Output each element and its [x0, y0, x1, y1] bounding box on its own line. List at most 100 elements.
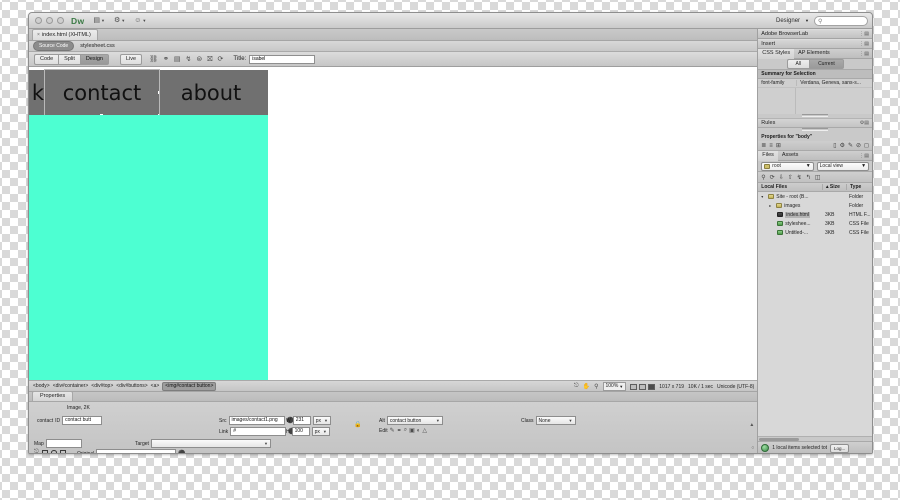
oval-hotspot-icon[interactable] — [50, 450, 57, 453]
image-target-select[interactable]: ▼ — [150, 439, 271, 448]
rect-hotspot-icon[interactable] — [41, 450, 48, 453]
document-tab-index-html[interactable]: × index.html (XHTML) — [32, 29, 98, 40]
get-files-icon[interactable]: ⇩ — [779, 174, 784, 181]
resample-icon[interactable]: ▣ — [409, 427, 415, 434]
column-size[interactable]: ▴ Size — [822, 184, 846, 190]
hand-icon[interactable]: ✋ — [583, 383, 590, 390]
view-select[interactable]: Local view ▼ — [816, 161, 870, 171]
site-menu[interactable]: ☺ ▼ — [134, 17, 146, 24]
view-design-button[interactable]: Design — [79, 53, 109, 65]
optimize-icon[interactable]: ⚭ — [397, 427, 402, 434]
put-files-icon[interactable]: ⇧ — [788, 174, 793, 181]
image-width-input[interactable]: 231 — [292, 416, 311, 425]
extend-menu[interactable]: ⚙ ▼ — [114, 17, 125, 24]
image-height-unit-select[interactable]: px ▼ — [311, 427, 330, 436]
live-view-button[interactable]: Live — [119, 53, 143, 65]
properties-expand-arrow[interactable]: ▲ — [749, 422, 754, 428]
close-button[interactable] — [35, 17, 42, 24]
sharpen-icon[interactable]: △ — [422, 427, 427, 434]
view-code-button[interactable]: Code — [34, 53, 59, 65]
panel-options-icon[interactable]: ⋮▤ — [859, 31, 869, 37]
related-file-source-code[interactable]: Source Code — [33, 41, 75, 51]
brightness-icon[interactable]: ◐ — [417, 428, 421, 434]
file-management-icon[interactable]: ⛓ — [149, 56, 158, 63]
refresh-icon[interactable]: ⟳ — [218, 56, 224, 63]
scrollbar-thumb[interactable] — [759, 438, 800, 441]
twisty-icon[interactable]: ▾ — [761, 194, 766, 199]
workspace-switcher[interactable]: Designer — [776, 18, 800, 24]
disable-icon[interactable]: ⊘ — [856, 142, 861, 149]
chevron-down-icon[interactable]: ▼ — [805, 19, 809, 23]
check-in-icon[interactable]: ↰ — [806, 174, 811, 181]
folder-browse-icon[interactable]: ⚫ — [178, 450, 185, 453]
tag-div-buttons[interactable]: <div#buttons> — [116, 383, 147, 389]
nav-button-about[interactable]: about — [159, 70, 263, 115]
multiscreen-icon[interactable]: ▤ — [174, 56, 181, 63]
image-map-input[interactable] — [45, 439, 82, 448]
file-row-untitled-css[interactable]: Untitled-... 3KB CSS File — [758, 228, 872, 237]
site-select[interactable]: root ▼ — [761, 161, 814, 171]
crop-icon[interactable]: ⌕ — [404, 427, 407, 434]
category-view-icon[interactable]: ≣ — [761, 142, 766, 149]
image-link-input[interactable]: # — [230, 427, 287, 436]
image-id-input[interactable]: contact butt — [62, 416, 103, 425]
css-rules-actions-icon[interactable]: ⚙▤ — [860, 120, 869, 126]
medium-screen-icon[interactable] — [639, 383, 647, 390]
panel-options-icon[interactable]: ⋮▤ — [859, 41, 869, 47]
image-height-input[interactable]: 100 — [291, 427, 310, 436]
tab-assets[interactable]: Assets — [778, 151, 803, 161]
column-type[interactable]: Type — [846, 184, 872, 190]
zoom-level-select[interactable]: 100% ▼ — [602, 382, 627, 391]
connect-icon[interactable]: ⚲ — [761, 174, 765, 181]
image-alt-select[interactable]: contact button ▼ — [386, 416, 443, 425]
list-view-icon[interactable]: ≡ — [769, 143, 773, 149]
expand-icon[interactable]: ◫ — [815, 174, 821, 181]
file-row-stylesheet-css[interactable]: styleshee... 3KB CSS File — [758, 219, 872, 228]
image-original-input[interactable] — [96, 449, 177, 453]
delete-icon[interactable]: ◻ — [864, 142, 869, 149]
tag-anchor[interactable]: <a> — [151, 383, 160, 389]
panel-adobe-browserlab[interactable]: Adobe BrowserLab ⋮▤ — [758, 29, 872, 39]
view-split-button[interactable]: Split — [58, 53, 80, 65]
preview-browser-icon[interactable]: ⚭ — [163, 56, 169, 63]
layout-menu[interactable]: ▤ ▼ — [93, 17, 105, 24]
nav-button-contact[interactable]: contact — [44, 69, 160, 116]
close-icon[interactable]: × — [37, 32, 40, 38]
image-class-select[interactable]: None ▼ — [535, 416, 576, 425]
css-mode-all-button[interactable]: All — [786, 59, 810, 69]
window-dimensions[interactable]: 1017 x 719 — [659, 384, 684, 390]
photoshop-edit-icon[interactable]: ✎ — [390, 427, 395, 434]
large-screen-icon[interactable] — [648, 383, 656, 390]
panel-options-icon[interactable]: ⋮▤ — [859, 153, 869, 159]
pointer-icon[interactable]: ⎋ — [574, 383, 579, 390]
pointer-hotspot-icon[interactable]: ⎋ — [34, 449, 39, 453]
tab-css-styles[interactable]: CSS Styles — [758, 48, 795, 59]
edit-rule-icon[interactable]: ✎ — [848, 142, 853, 149]
related-file-stylesheet[interactable]: stylesheet.css — [80, 43, 115, 49]
refresh-icon[interactable]: ⟳ — [770, 174, 775, 181]
zoom-button[interactable] — [57, 17, 64, 24]
image-width-unit-select[interactable]: px ▼ — [312, 416, 331, 425]
twisty-icon[interactable]: ▸ — [769, 203, 774, 208]
minimize-button[interactable] — [46, 17, 53, 24]
tag-img-contact-button[interactable]: <img#contact button> — [162, 381, 217, 391]
file-row-images[interactable]: ▸ images Folder — [758, 201, 872, 210]
check-browser-icon[interactable]: ⛝ — [207, 56, 212, 63]
tag-body[interactable]: <body> — [33, 383, 50, 389]
panel-insert[interactable]: Insert ⋮▤ — [758, 39, 872, 49]
log-button[interactable]: Log... — [830, 443, 850, 453]
check-out-icon[interactable]: ↯ — [797, 174, 802, 181]
small-screen-icon[interactable] — [630, 383, 638, 390]
image-src-input[interactable]: images/contact1.png — [228, 416, 285, 425]
design-canvas[interactable]: k contact about — [29, 67, 758, 381]
poly-hotspot-icon[interactable] — [59, 450, 66, 453]
page-title-input[interactable] — [249, 54, 316, 64]
tag-div-container[interactable]: <div#container> — [53, 383, 89, 389]
files-list[interactable]: ▾ Site - root (B... Folder ▸ images Fold… — [758, 192, 872, 436]
properties-help-icon[interactable]: ○ — [751, 445, 754, 451]
window-controls[interactable] — [35, 17, 64, 24]
search-input[interactable]: ⚲ — [814, 16, 868, 26]
set-properties-icon[interactable]: ⊞ — [776, 142, 781, 149]
column-local-files[interactable]: Local Files — [758, 184, 822, 190]
lock-icon[interactable]: 🔒 — [354, 421, 361, 428]
